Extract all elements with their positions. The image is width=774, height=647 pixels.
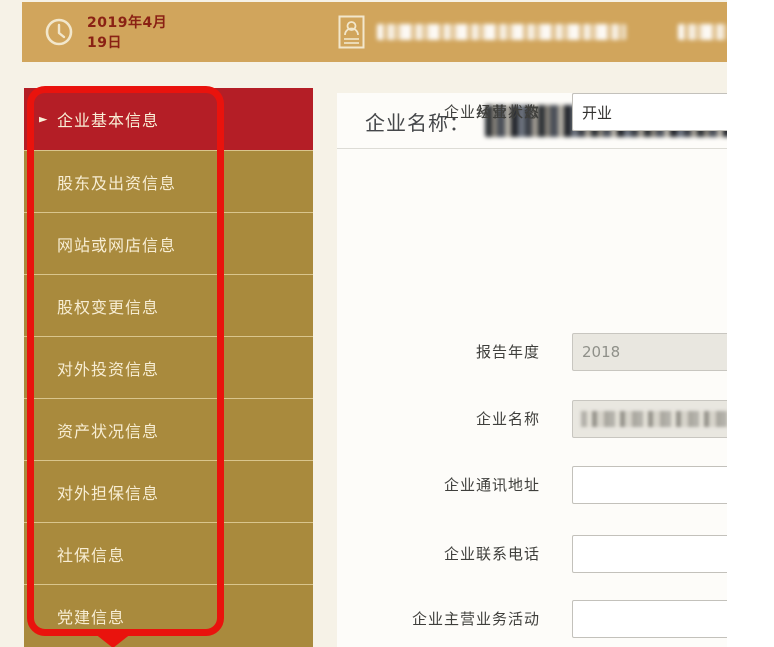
redacted-user-name bbox=[678, 24, 727, 40]
sidebar-item-label: 股权变更信息 bbox=[24, 294, 159, 318]
company-address-row: 企业通讯地址 bbox=[337, 466, 727, 504]
main-panel: 企业名称： 报告年度 企业名称 企业通讯地址 企业联系电话 企业主营业务活动 bbox=[337, 93, 727, 647]
company-name-label: 企业名称 bbox=[337, 400, 540, 438]
sidebar-item-website[interactable]: 网站或网店信息 bbox=[24, 212, 313, 274]
id-badge-icon bbox=[338, 15, 365, 49]
report-year-input bbox=[572, 333, 727, 371]
report-year-label: 报告年度 bbox=[337, 333, 540, 371]
redacted-company-name-value bbox=[581, 411, 727, 427]
main-business-input[interactable] bbox=[572, 600, 727, 638]
sidebar-item-label: 股东及出资信息 bbox=[24, 170, 176, 194]
header-date: 2019年4月19日 bbox=[87, 12, 188, 52]
company-address-label: 企业通讯地址 bbox=[337, 466, 540, 504]
sidebar-item-label: 网站或网店信息 bbox=[24, 232, 176, 256]
sidebar-item-label: 对外投资信息 bbox=[24, 356, 159, 380]
company-phone-input[interactable] bbox=[572, 535, 727, 573]
title-divider bbox=[337, 148, 727, 149]
sidebar-item-label: 社保信息 bbox=[24, 542, 125, 566]
active-item-arrow-icon: ► bbox=[39, 113, 47, 126]
company-name-row: 企业名称 bbox=[337, 400, 727, 438]
business-status-row: 企业经营状态 bbox=[337, 93, 727, 131]
main-business-row: 企业主营业务活动 bbox=[337, 600, 727, 638]
sidebar-item-outbound-investment[interactable]: 对外投资信息 bbox=[24, 336, 313, 398]
company-phone-label: 企业联系电话 bbox=[337, 535, 540, 573]
sidebar-menu: ► 企业基本信息 股东及出资信息 网站或网店信息 股权变更信息 对外投资信息 资… bbox=[24, 88, 313, 647]
main-business-label: 企业主营业务活动 bbox=[337, 600, 540, 638]
clock-icon bbox=[44, 17, 74, 47]
sidebar-item-equity-change[interactable]: 股权变更信息 bbox=[24, 274, 313, 336]
business-status-label: 企业经营状态 bbox=[337, 93, 540, 131]
company-phone-row: 企业联系电话 bbox=[337, 535, 727, 573]
sidebar-item-label: 资产状况信息 bbox=[24, 418, 159, 442]
sidebar-item-guarantees[interactable]: 对外担保信息 bbox=[24, 460, 313, 522]
sidebar-item-label: 对外担保信息 bbox=[24, 480, 159, 504]
header-bar: 2019年4月19日 bbox=[22, 2, 727, 62]
company-address-input[interactable] bbox=[572, 466, 727, 504]
sidebar-item-party-building[interactable]: 党建信息 bbox=[24, 584, 313, 646]
redacted-company-name bbox=[377, 24, 627, 40]
sidebar-item-label: 党建信息 bbox=[24, 604, 125, 628]
sidebar-item-shareholders[interactable]: 股东及出资信息 bbox=[24, 150, 313, 212]
sidebar-item-basic-info[interactable]: ► 企业基本信息 bbox=[24, 88, 313, 150]
sidebar-item-assets[interactable]: 资产状况信息 bbox=[24, 398, 313, 460]
business-status-input[interactable] bbox=[572, 93, 727, 131]
report-year-row: 报告年度 bbox=[337, 333, 727, 371]
sidebar-item-social-security[interactable]: 社保信息 bbox=[24, 522, 313, 584]
